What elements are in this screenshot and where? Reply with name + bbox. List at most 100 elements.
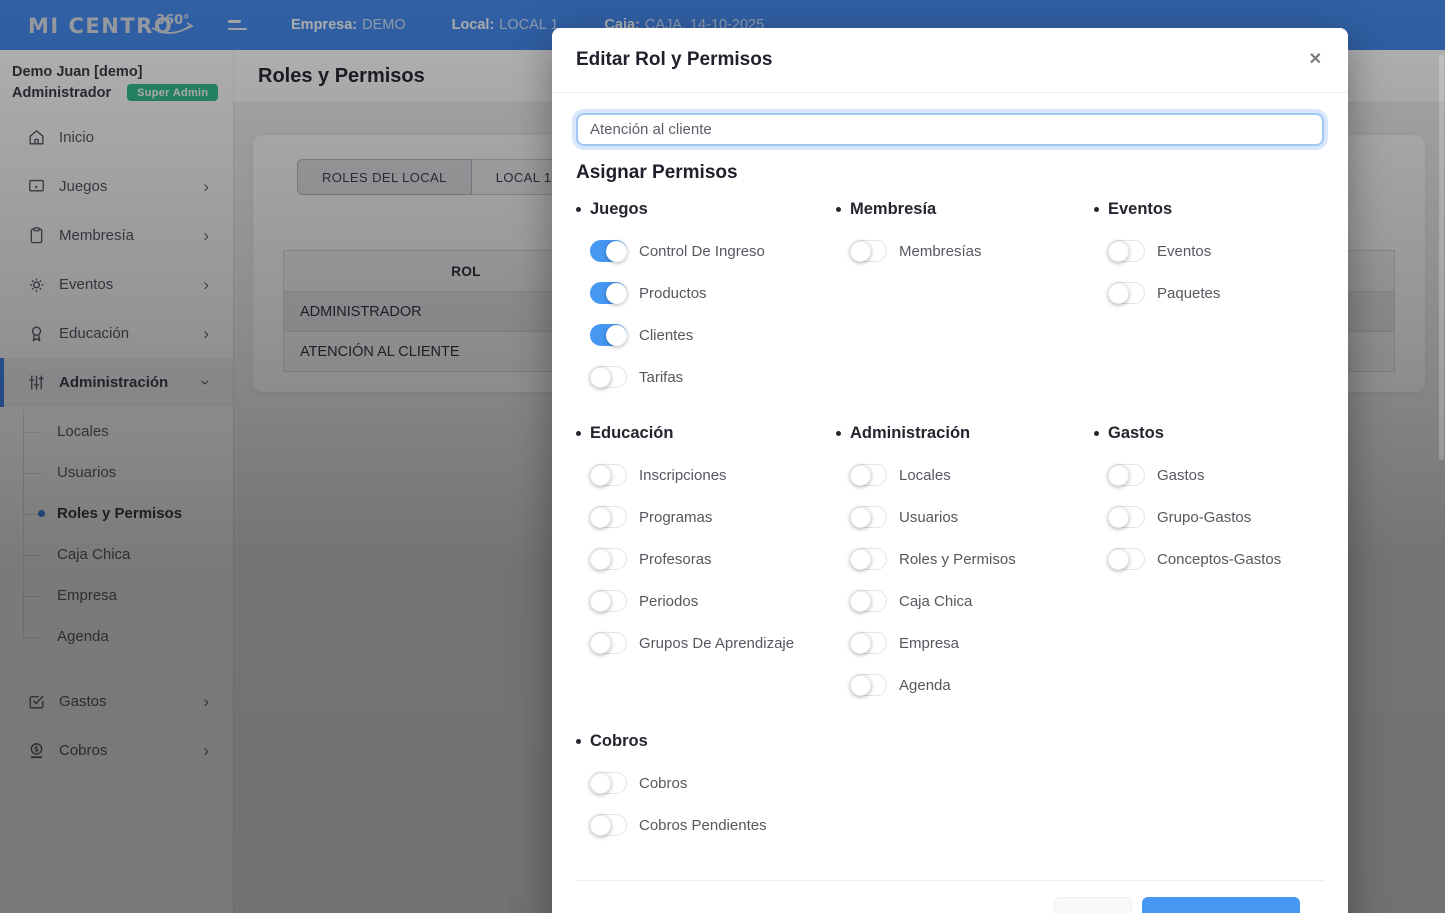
toggle-membresias[interactable] — [850, 240, 887, 262]
permission-label: Cobros Pendientes — [639, 817, 767, 834]
modal-header: Editar Rol y Permisos ✕ — [552, 28, 1348, 93]
permission-group-title: Administración — [850, 424, 1108, 446]
permission-label: Productos — [639, 285, 707, 302]
permission-row-roles-y-permisos: Roles y Permisos — [850, 538, 1108, 580]
permission-label: Periodos — [639, 593, 698, 610]
toggle-knob — [590, 465, 611, 486]
toggle-roles-y-permisos[interactable] — [850, 548, 887, 570]
permission-group-title: Juegos — [590, 200, 850, 222]
permission-label: Caja Chica — [899, 593, 972, 610]
permission-row-grupos-de-aprendizaje: Grupos De Aprendizaje — [590, 622, 850, 664]
permission-group-title: Cobros — [590, 732, 850, 754]
toggle-cobros[interactable] — [590, 772, 627, 794]
permission-row-agenda: Agenda — [850, 664, 1108, 706]
permission-group-membresia: Membresía Membresías — [850, 200, 1108, 398]
toggle-knob — [606, 241, 627, 262]
modal-footer — [576, 880, 1324, 913]
toggle-paquetes[interactable] — [1108, 282, 1145, 304]
edit-role-modal: Editar Rol y Permisos ✕ Asignar Permisos… — [552, 28, 1348, 913]
toggle-control-de-ingreso[interactable] — [590, 240, 627, 262]
permission-row-inscripciones: Inscripciones — [590, 454, 850, 496]
permission-row-grupo-gastos: Grupo-Gastos — [1108, 496, 1324, 538]
toggle-productos[interactable] — [590, 282, 627, 304]
permission-label: Usuarios — [899, 509, 958, 526]
app-root: MI CENTRO 360° Empresa:DEMOLocal:LOCAL 1… — [0, 0, 1445, 913]
permission-label: Agenda — [899, 677, 951, 694]
permission-label: Profesoras — [639, 551, 712, 568]
permission-label: Conceptos-Gastos — [1157, 551, 1281, 568]
toggle-usuarios[interactable] — [850, 506, 887, 528]
close-icon[interactable]: ✕ — [1309, 52, 1322, 68]
permission-label: Clientes — [639, 327, 693, 344]
toggle-knob — [590, 591, 611, 612]
toggle-knob — [590, 773, 611, 794]
toggle-eventos[interactable] — [1108, 240, 1145, 262]
toggle-agenda[interactable] — [850, 674, 887, 696]
permission-row-gastos: Gastos — [1108, 454, 1324, 496]
permission-group-title: Eventos — [1108, 200, 1324, 222]
permission-row-tarifas: Tarifas — [590, 356, 850, 398]
toggle-periodos[interactable] — [590, 590, 627, 612]
permissions-heading: Asignar Permisos — [576, 162, 1324, 188]
toggle-knob — [850, 241, 871, 262]
modal-title: Editar Rol y Permisos — [576, 49, 772, 71]
toggle-knob — [1108, 283, 1129, 304]
permission-row-programas: Programas — [590, 496, 850, 538]
toggle-knob — [850, 465, 871, 486]
toggle-knob — [850, 507, 871, 528]
permission-row-usuarios: Usuarios — [850, 496, 1108, 538]
permission-label: Tarifas — [639, 369, 683, 386]
toggle-caja-chica[interactable] — [850, 590, 887, 612]
toggle-knob — [850, 591, 871, 612]
permission-row-conceptos-gastos: Conceptos-Gastos — [1108, 538, 1324, 580]
toggle-knob — [1108, 465, 1129, 486]
permission-group-title: Membresía — [850, 200, 1108, 222]
toggle-knob — [590, 367, 611, 388]
permission-group-juegos: Juegos Control De Ingreso Productos Cliente… — [590, 200, 850, 398]
toggle-knob — [1108, 507, 1129, 528]
permission-label: Membresías — [899, 243, 982, 260]
scrollbar-thumb[interactable] — [1439, 55, 1444, 460]
permission-group-cobros: CobrosCobrosCobros Pendientes — [590, 732, 850, 846]
permission-label: Eventos — [1157, 243, 1211, 260]
toggle-knob — [606, 325, 627, 346]
toggle-locales[interactable] — [850, 464, 887, 486]
permission-group-administracion: AdministraciónLocalesUsuariosRoles y Per… — [850, 424, 1108, 706]
toggle-empresa[interactable] — [850, 632, 887, 654]
toggle-profesoras[interactable] — [590, 548, 627, 570]
permission-group-title: Gastos — [1108, 424, 1324, 446]
permission-label: Control De Ingreso — [639, 243, 765, 260]
permission-row-periodos: Periodos — [590, 580, 850, 622]
permission-group-eventos: Eventos Eventos Paquetes — [1108, 200, 1324, 398]
toggle-knob — [590, 633, 611, 654]
toggle-gastos[interactable] — [1108, 464, 1145, 486]
toggle-clientes[interactable] — [590, 324, 627, 346]
toggle-knob — [1108, 241, 1129, 262]
toggle-conceptos-gastos[interactable] — [1108, 548, 1145, 570]
toggle-tarifas[interactable] — [590, 366, 627, 388]
toggle-knob — [850, 675, 871, 696]
permission-group-gastos: GastosGastosGrupo-GastosConceptos-Gastos — [1108, 424, 1324, 706]
toggle-cobros-pendientes[interactable] — [590, 814, 627, 836]
permission-label: Paquetes — [1157, 285, 1220, 302]
modal-body: Asignar Permisos Juegos Control De Ingres… — [552, 93, 1348, 913]
permission-row-membresias: Membresías — [850, 230, 1108, 272]
permission-label: Grupos De Aprendizaje — [639, 635, 794, 652]
toggle-grupos-de-aprendizaje[interactable] — [590, 632, 627, 654]
save-button[interactable] — [1142, 897, 1300, 913]
toggle-knob — [590, 549, 611, 570]
permission-group-educacion: Educación Inscripciones Programas Profesora… — [590, 424, 850, 706]
permission-label: Roles y Permisos — [899, 551, 1016, 568]
permission-groups: Juegos Control De Ingreso Productos Cliente… — [576, 200, 1324, 846]
cancel-button[interactable] — [1054, 897, 1132, 913]
permission-row-productos: Productos — [590, 272, 850, 314]
toggle-knob — [1108, 549, 1129, 570]
toggle-knob — [590, 507, 611, 528]
toggle-inscripciones[interactable] — [590, 464, 627, 486]
toggle-programas[interactable] — [590, 506, 627, 528]
toggle-grupo-gastos[interactable] — [1108, 506, 1145, 528]
permission-row-cobros-pendientes: Cobros Pendientes — [590, 804, 850, 846]
permission-label: Inscripciones — [639, 467, 727, 484]
permission-group-title: Educación — [590, 424, 850, 446]
role-name-input[interactable] — [576, 113, 1324, 146]
